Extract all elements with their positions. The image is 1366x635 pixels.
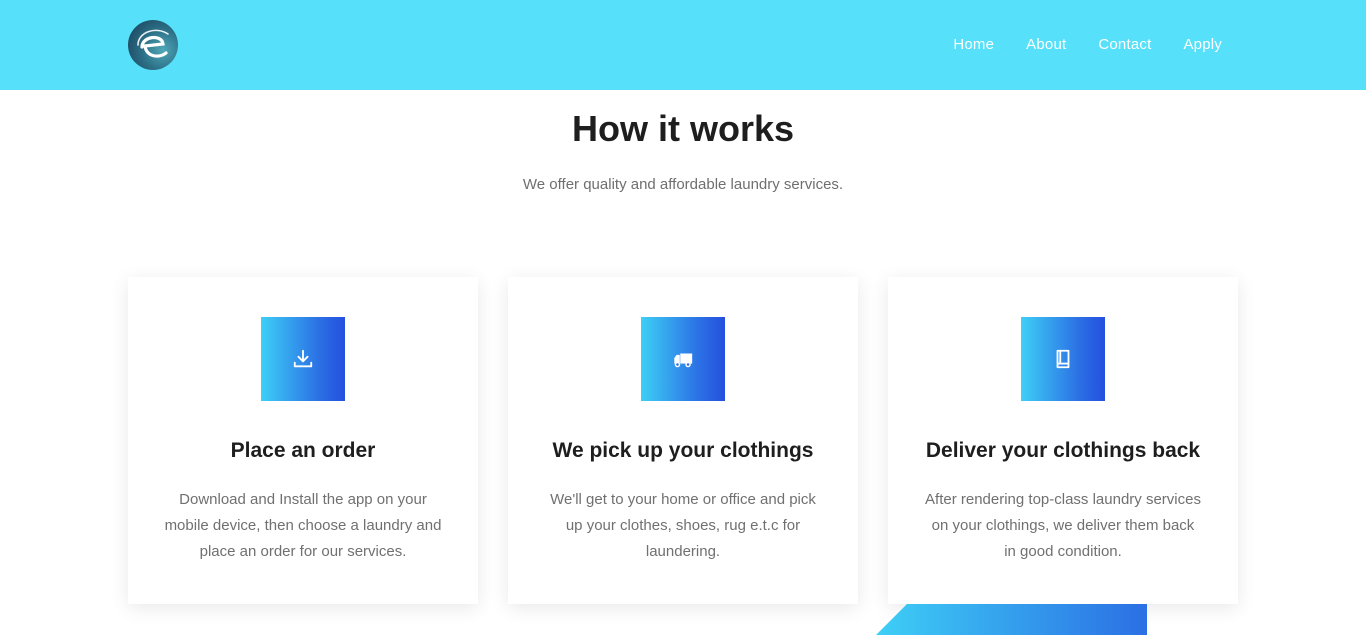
card-title: We pick up your clothings bbox=[552, 439, 814, 462]
section-subtitle: We offer quality and affordable laundry … bbox=[522, 176, 844, 193]
step-card-pickup: We pick up your clothings We'll get to y… bbox=[508, 277, 858, 604]
card-title: Place an order bbox=[230, 439, 376, 462]
e-logo-icon[interactable] bbox=[128, 20, 178, 70]
main-nav: Home About Contact Apply bbox=[953, 36, 1222, 53]
decorative-gradient-shape bbox=[876, 604, 1147, 635]
book-icon bbox=[1021, 317, 1105, 401]
card-description: Download and Install the app on your mob… bbox=[164, 491, 442, 560]
truck-icon bbox=[641, 317, 725, 401]
card-title: Deliver your clothings back bbox=[925, 439, 1201, 462]
top-navbar: Home About Contact Apply bbox=[0, 0, 1366, 90]
card-description: We'll get to your home or office and pic… bbox=[550, 491, 816, 560]
step-card-deliver: Deliver your clothings back After render… bbox=[888, 277, 1238, 604]
nav-link-apply[interactable]: Apply bbox=[1183, 36, 1222, 53]
nav-link-about[interactable]: About bbox=[1026, 36, 1066, 53]
nav-link-contact[interactable]: Contact bbox=[1098, 36, 1151, 53]
nav-link-home[interactable]: Home bbox=[953, 36, 994, 53]
download-icon bbox=[261, 317, 345, 401]
section-title: How it works bbox=[571, 108, 795, 149]
step-card-place-order: Place an order Download and Install the … bbox=[128, 277, 478, 604]
card-description: After rendering top-class laundry servic… bbox=[925, 491, 1201, 560]
